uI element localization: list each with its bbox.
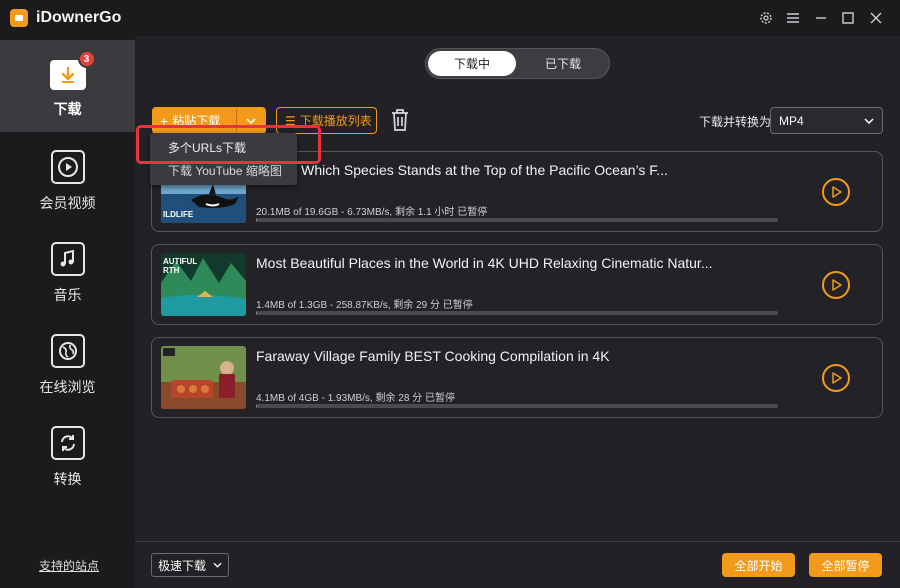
video-thumbnail: AUTIFUL RTH (161, 253, 246, 316)
music-icon (50, 242, 85, 276)
download-status: 20.1MB of 19.6GB - 6.73MB/s, 剩余 1.1 小时 已… (256, 207, 488, 218)
trash-icon[interactable] (389, 108, 413, 134)
title-bar: iDownerGo (0, 0, 900, 36)
tab-downloaded[interactable]: 已下载 (519, 51, 607, 76)
video-title: Most Beautiful Places in the World in 4K… (256, 255, 713, 271)
sidebar-item-download[interactable]: 3 下载 (0, 40, 135, 132)
video-thumbnail (161, 346, 246, 409)
minimize-icon[interactable] (811, 8, 831, 28)
progress-bar (256, 404, 778, 408)
sidebar-item-music[interactable]: 音乐 (0, 228, 135, 320)
gear-icon[interactable] (756, 8, 776, 28)
sidebar-item-label: 下载 (53, 101, 82, 117)
progress-bar (256, 218, 778, 222)
app-window: iDownerGo 3 下载 会员视频 音乐 在线浏览 转换 支持的站点 下载中… (0, 0, 900, 588)
sidebar-item-label: 在线浏览 (39, 379, 96, 395)
app-title: iDownerGo (36, 9, 122, 26)
convert-icon (50, 426, 85, 460)
speed-mode-value: 极速下载 (158, 558, 207, 573)
supported-sites-link[interactable]: 支持的站点 (39, 557, 99, 574)
download-count-badge: 3 (77, 50, 96, 68)
progress-bar (256, 311, 778, 315)
video-title: Ocean Which Species Stands at the Top of… (256, 162, 668, 178)
download-status: 1.4MB of 1.3GB - 258.87KB/s, 剩余 29 分 已暂停 (256, 300, 473, 311)
sidebar-item-label: 音乐 (53, 287, 82, 303)
chevron-down-icon (213, 562, 222, 568)
close-icon[interactable] (866, 8, 886, 28)
globe-icon (50, 334, 85, 368)
download-status: 4.1MB of 4GB - 1.93MB/s, 剩余 28 分 已暂停 (256, 393, 455, 404)
app-logo-icon (10, 9, 28, 27)
maximize-icon[interactable] (838, 8, 858, 28)
resume-button[interactable] (822, 364, 850, 392)
output-format-value: MP4 (779, 113, 804, 128)
sidebar-item-label: 会员视频 (39, 195, 96, 211)
start-all-button[interactable]: 全部开始 (722, 553, 795, 577)
sidebar-item-member-video[interactable]: 会员视频 (0, 136, 135, 228)
progress-fill (256, 311, 257, 315)
download-icon: 3 (49, 50, 96, 90)
highlight-annotation (136, 125, 321, 164)
tab-downloading[interactable]: 下载中 (428, 51, 516, 76)
chevron-down-icon (245, 117, 256, 124)
thumbnail-caption: ILDLIFE (163, 210, 194, 219)
speed-mode-select[interactable]: 极速下载 (151, 553, 229, 577)
pause-all-button[interactable]: 全部暂停 (809, 553, 882, 577)
progress-fill (256, 218, 257, 222)
play-icon (832, 372, 842, 384)
play-icon (832, 186, 842, 198)
thumbnail-caption: AUTIFUL RTH (163, 257, 198, 275)
resume-button[interactable] (822, 271, 850, 299)
sidebar-item-browse[interactable]: 在线浏览 (0, 320, 135, 412)
sidebar-item-convert[interactable]: 转换 (0, 412, 135, 504)
download-tabs: 下载中 已下载 (425, 48, 610, 79)
menu-icon[interactable] (783, 8, 803, 28)
resume-button[interactable] (822, 178, 850, 206)
download-item: AUTIFUL RTH Most Beautiful Places in the… (151, 244, 883, 325)
sidebar-item-label: 转换 (53, 471, 82, 487)
divider (135, 541, 900, 542)
play-circle-icon (50, 150, 85, 184)
download-item: Faraway Village Family BEST Cooking Comp… (151, 337, 883, 418)
output-format-select[interactable]: MP4 (770, 107, 883, 134)
chevron-down-icon (864, 117, 874, 124)
video-title: Faraway Village Family BEST Cooking Comp… (256, 348, 610, 364)
play-icon (832, 279, 842, 291)
convert-to-label: 下载并转换为 (699, 115, 772, 129)
progress-fill (256, 404, 257, 408)
sidebar: 3 下载 会员视频 音乐 在线浏览 转换 支持的站点 (0, 36, 135, 588)
